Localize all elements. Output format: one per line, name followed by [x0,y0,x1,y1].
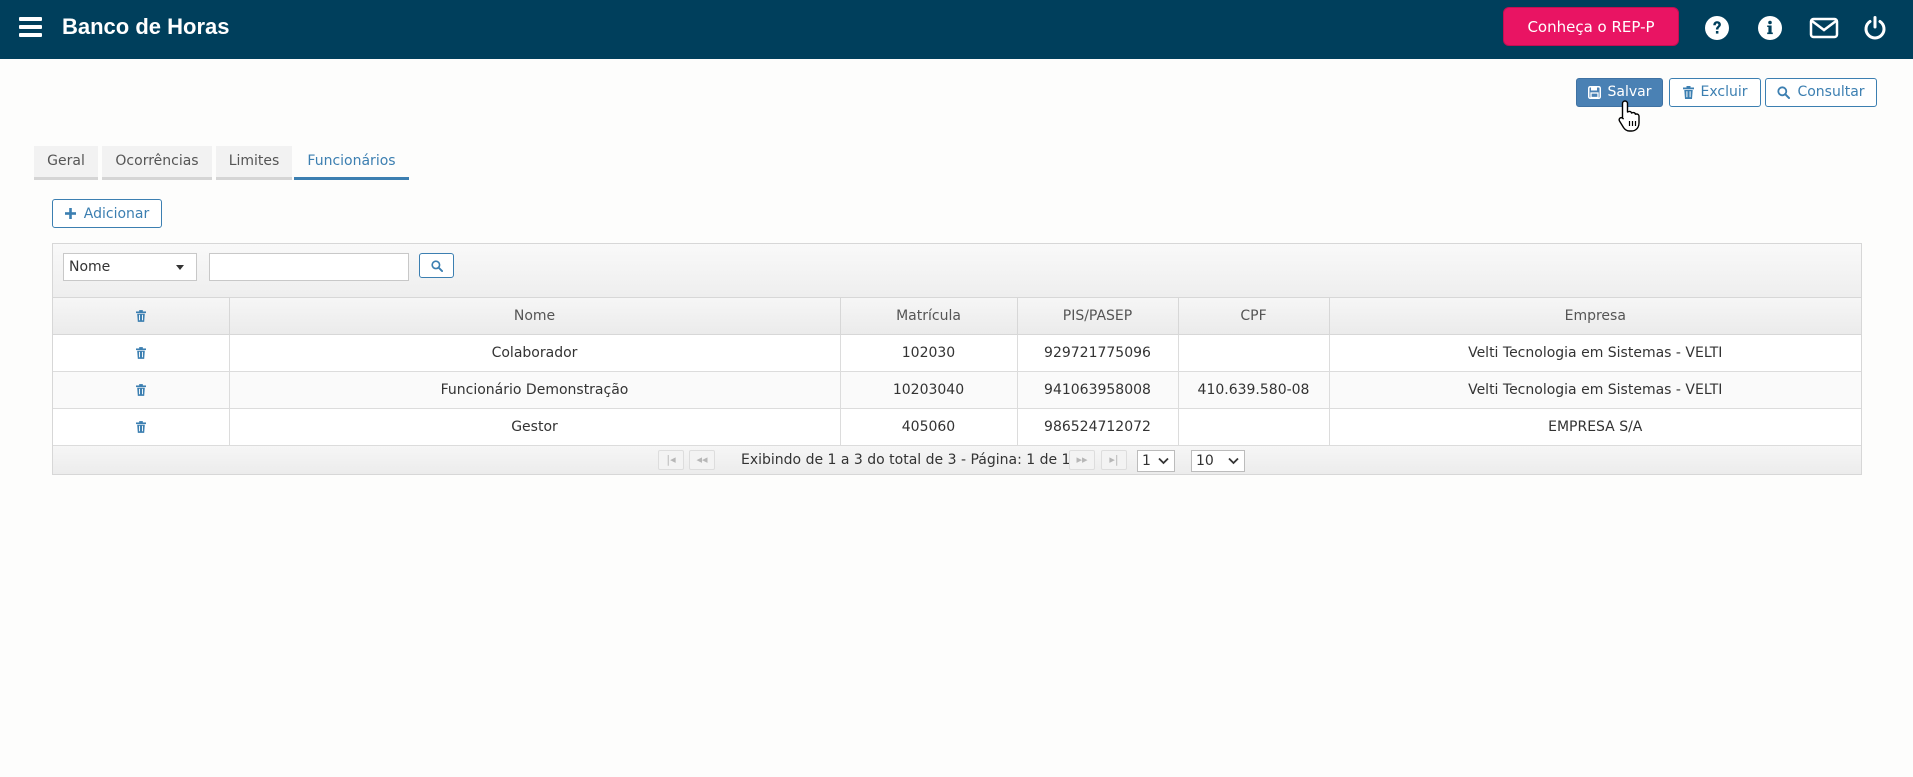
column-header-nome[interactable]: Nome [229,298,841,335]
cell-cpf [1178,408,1330,446]
query-label: Consultar [1797,84,1865,100]
page-size-value: 10 [1196,453,1214,469]
pagination-bar: |◂ ◂◂ Exibindo de 1 a 3 do total de 3 - … [53,446,1861,474]
app-title: Banco de Horas [62,14,230,39]
trash-icon [1682,86,1694,99]
employees-grid: Nome Nome Matrícula PIS/PASEP CPF Empres… [52,243,1862,475]
row-delete-cell [53,408,230,446]
filter-search-button[interactable] [419,253,454,278]
cell-empresa: Velti Tecnologia em Sistemas - VELTI [1329,371,1861,409]
cell-matricula: 10203040 [840,371,1018,409]
cell-cpf [1178,334,1330,372]
delete-row-icon[interactable] [135,421,146,433]
tab-limites[interactable]: Limites [216,146,292,180]
tab-geral[interactable]: Geral [34,146,98,180]
column-header-cpf[interactable]: CPF [1178,298,1330,335]
save-icon [1587,86,1601,99]
cell-nome: Colaborador [229,334,841,372]
row-delete-cell [53,334,230,372]
delete-button[interactable]: Excluir [1669,78,1761,107]
prev-page-button[interactable]: ◂◂ [689,450,715,470]
help-icon[interactable] [1702,13,1732,43]
search-icon [1777,86,1791,99]
cell-matricula: 102030 [840,334,1018,372]
row-delete-cell [53,371,230,409]
delete-row-icon[interactable] [135,384,146,396]
cell-pis: 929721775096 [1017,334,1179,372]
column-header-empresa[interactable]: Empresa [1329,298,1861,335]
hand-cursor-icon [1618,100,1640,132]
next-page-button[interactable]: ▸▸ [1069,450,1095,470]
cell-empresa: Velti Tecnologia em Sistemas - VELTI [1329,334,1861,372]
page-select-value: 1 [1142,453,1151,469]
delete-row-icon[interactable] [135,347,146,359]
employees-table: Nome Matrícula PIS/PASEP CPF Empresa Col… [53,298,1861,446]
table-row[interactable]: Funcionário Demonstração 10203040 941063… [53,371,1861,409]
column-header-pis[interactable]: PIS/PASEP [1017,298,1179,335]
info-icon[interactable] [1755,13,1785,43]
filter-input[interactable] [209,253,409,281]
search-icon [430,259,443,272]
column-header-matricula[interactable]: Matrícula [840,298,1018,335]
table-row[interactable]: Gestor 405060 986524712072 EMPRESA S/A [53,408,1861,446]
add-label: Adicionar [83,205,150,222]
first-page-button[interactable]: |◂ [658,450,684,470]
chevron-down-icon [1228,457,1239,465]
cell-nome: Funcionário Demonstração [229,371,841,409]
chevron-down-icon [1158,457,1169,465]
top-bar: Banco de Horas Conheça o REP-P [0,0,1913,59]
caret-down-icon [176,265,184,270]
table-row[interactable]: Colaborador 102030 929721775096 Velti Te… [53,334,1861,372]
plus-icon [64,208,76,219]
last-page-button[interactable]: ▸| [1101,450,1127,470]
mail-icon[interactable] [1809,13,1839,43]
tab-ocorrencias[interactable]: Ocorrências [102,146,212,180]
filter-field-select[interactable]: Nome [63,253,197,281]
cell-pis: 986524712072 [1017,408,1179,446]
trash-icon[interactable] [135,310,146,322]
filter-bar: Nome [53,244,1861,298]
column-header-delete [53,298,230,335]
rep-p-button[interactable]: Conheça o REP-P [1503,7,1679,46]
cell-matricula: 405060 [840,408,1018,446]
table-header: Nome Matrícula PIS/PASEP CPF Empresa [53,298,1861,335]
cell-empresa: EMPRESA S/A [1329,408,1861,446]
query-button[interactable]: Consultar [1765,78,1877,107]
delete-label: Excluir [1700,84,1748,100]
page-size-select[interactable]: 10 [1191,450,1245,472]
cell-pis: 941063958008 [1017,371,1179,409]
add-button[interactable]: Adicionar [52,199,162,228]
page-select[interactable]: 1 [1137,450,1175,472]
pagination-summary: Exibindo de 1 a 3 do total de 3 - Página… [741,452,1071,468]
menu-icon[interactable] [19,17,42,37]
tab-funcionarios[interactable]: Funcionários [294,146,409,180]
cell-nome: Gestor [229,408,841,446]
power-icon[interactable] [1860,13,1890,43]
cell-cpf: 410.639.580-08 [1178,371,1330,409]
filter-field-value: Nome [69,259,111,275]
